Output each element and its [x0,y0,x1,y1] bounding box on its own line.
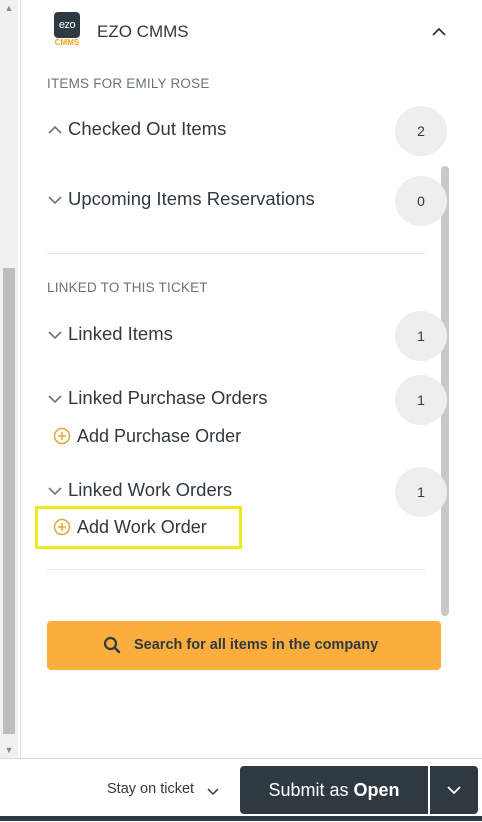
count-badge: 1 [395,467,447,517]
chevron-up-icon [432,27,446,36]
submit-status: Open [353,780,400,800]
stay-on-ticket-dropdown[interactable]: Stay on ticket [107,781,194,797]
count-badge: 1 [395,311,447,361]
divider [47,569,425,570]
items-section-label: ITEMS FOR EMILY ROSE [47,76,210,91]
footer-bar: Stay on ticket Submit as Open [0,758,482,822]
scroll-down-arrow-icon[interactable]: ▼ [0,742,18,758]
row-checked-out-items[interactable]: Checked Out Items 2 [47,106,447,156]
chevron-down-icon[interactable] [206,784,220,798]
chevron-down-icon[interactable] [47,192,63,208]
row-label: Checked Out Items [68,118,227,139]
collapse-app-button[interactable] [425,18,453,46]
window-bottom-edge [0,816,482,821]
row-label: Linked Purchase Orders [68,387,268,408]
outer-scrollbar[interactable]: ▲ ▼ [0,0,18,758]
linked-section-label: LINKED TO THIS TICKET [47,280,208,295]
count-badge: 1 [395,375,447,425]
chevron-down-icon[interactable] [47,483,63,499]
row-linked-items[interactable]: Linked Items 1 [47,311,447,361]
search-icon [103,636,121,654]
row-label: Upcoming Items Reservations [68,188,315,209]
row-linked-purchase-orders[interactable]: Linked Purchase Orders 1 [47,375,447,425]
count-badge: 0 [395,176,447,226]
row-label: Linked Work Orders [68,479,233,500]
search-button-label: Search for all items in the company [134,637,379,653]
chevron-down-icon[interactable] [47,327,63,343]
plus-circle-icon [53,427,71,445]
submit-prefix: Submit as [268,780,354,800]
submit-options-button[interactable] [430,766,478,814]
ezo-logo-sub: CMMS [54,38,80,47]
outer-scroll-thumb[interactable] [3,268,15,734]
search-all-items-button[interactable]: Search for all items in the company [47,621,441,670]
row-label: Linked Items [68,323,173,344]
divider [47,253,425,254]
submit-button[interactable]: Submit as Open [240,766,428,814]
chevron-up-icon[interactable] [47,122,63,138]
ezo-logo-icon: ezo [54,12,80,38]
add-work-order-label: Add Work Order [77,517,207,537]
app-title: EZO CMMS [97,22,189,41]
chevron-down-icon[interactable] [47,391,63,407]
row-upcoming-reservations[interactable]: Upcoming Items Reservations 0 [47,176,447,226]
app-header: ezo CMMS EZO CMMS [21,0,482,64]
scroll-up-arrow-icon[interactable]: ▲ [0,0,18,16]
count-badge: 2 [395,106,447,156]
plus-circle-icon [53,518,71,536]
add-purchase-order-label: Add Purchase Order [77,426,242,446]
chevron-down-icon [447,786,461,795]
app-panel: ezo CMMS EZO CMMS ITEMS FOR EMILY ROSE C… [20,0,482,758]
